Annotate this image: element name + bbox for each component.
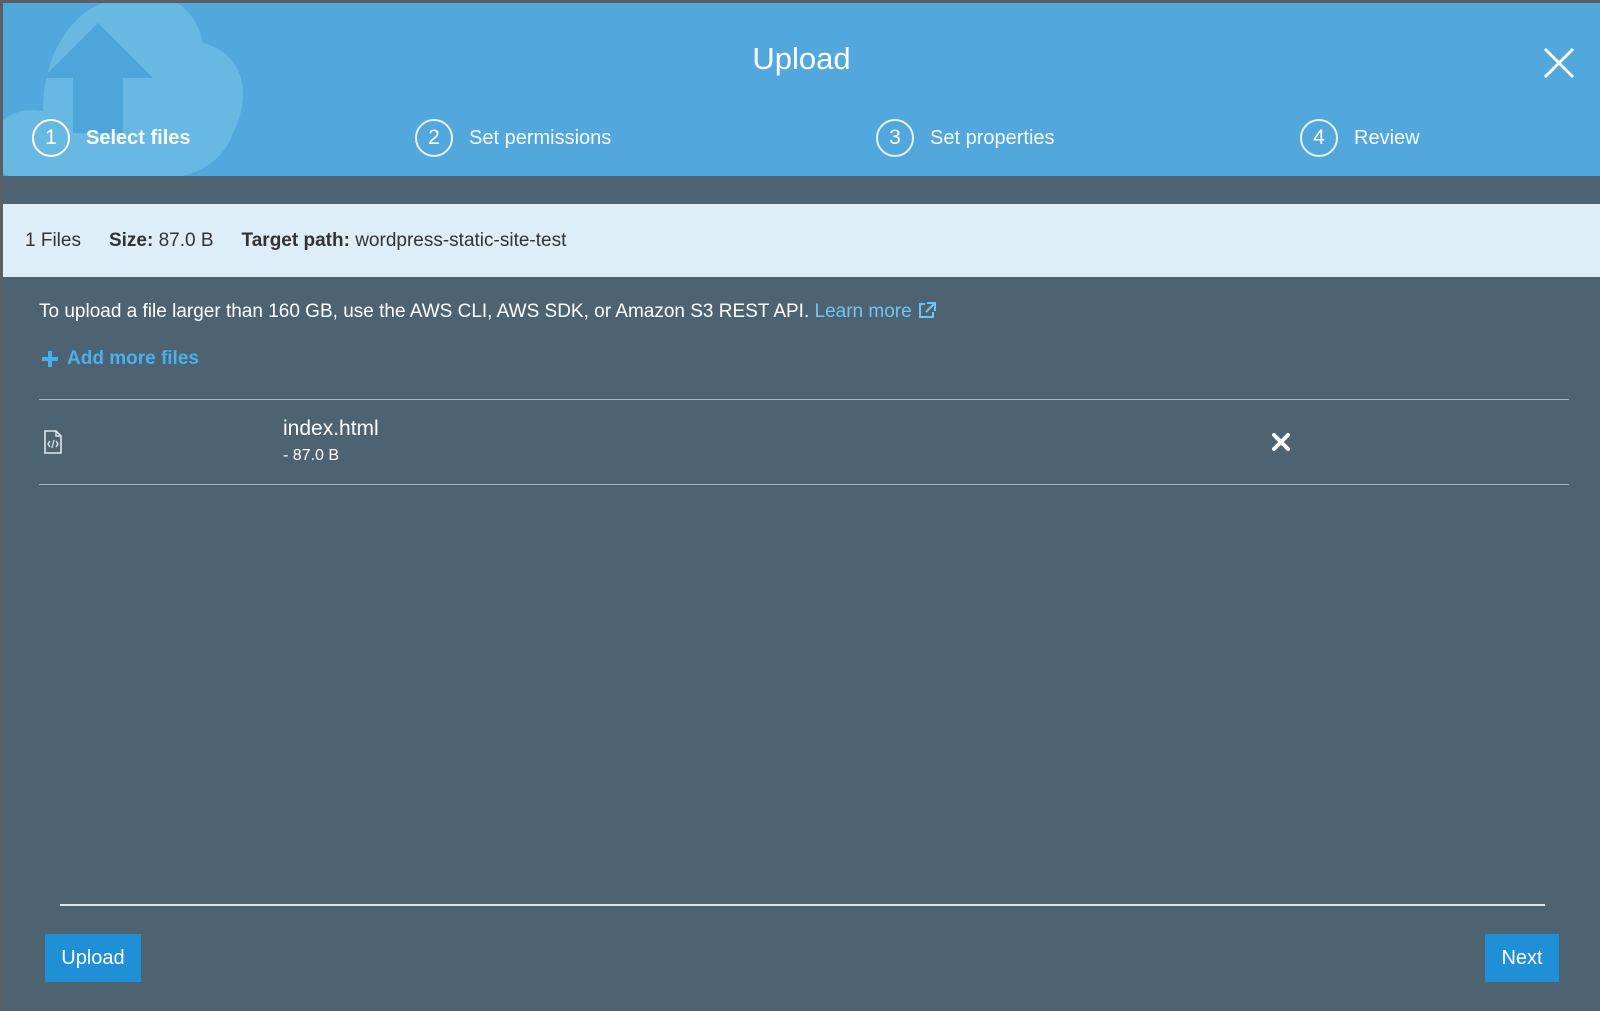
- file-count: 1 Files: [25, 229, 81, 251]
- step-number-icon: 1: [32, 119, 70, 157]
- target-path: Target path: wordpress-static-site-test: [242, 230, 567, 252]
- learn-more-link[interactable]: Learn more: [815, 301, 937, 322]
- add-more-files-label: Add more files: [67, 348, 199, 369]
- notice-text: To upload a file larger than 160 GB, use…: [39, 301, 810, 322]
- upload-button[interactable]: Upload: [45, 934, 141, 982]
- step-label: Set properties: [930, 126, 1055, 149]
- step-review[interactable]: 4 Review: [1300, 118, 1420, 158]
- size-value: 87.0 B: [158, 229, 214, 251]
- target-path-label: Target path:: [241, 229, 350, 251]
- step-select-files[interactable]: 1 Select files: [32, 118, 191, 158]
- next-button[interactable]: Next: [1485, 934, 1559, 982]
- file-name: index.html: [283, 417, 379, 440]
- file-code-icon: [44, 430, 62, 454]
- footer-divider: [60, 904, 1545, 906]
- dialog-title: Upload: [752, 41, 851, 76]
- target-path-value: wordpress-static-site-test: [355, 229, 567, 251]
- close-icon[interactable]: [1541, 45, 1577, 81]
- learn-more-label: Learn more: [814, 301, 912, 322]
- step-label: Set permissions: [469, 126, 612, 149]
- add-more-files-button[interactable]: Add more files: [41, 348, 199, 370]
- large-file-notice: To upload a file larger than 160 GB, use…: [39, 301, 937, 323]
- dialog-header: Upload 1 Select files 2 Set permissions …: [3, 3, 1600, 176]
- step-number-icon: 4: [1300, 119, 1338, 157]
- upload-dialog: Upload 1 Select files 2 Set permissions …: [3, 3, 1600, 1011]
- external-link-icon: [918, 302, 936, 318]
- step-label: Select files: [86, 126, 191, 149]
- file-size: - 87.0 B: [283, 447, 340, 464]
- file-list-row: index.html - 87.0 B: [39, 399, 1569, 485]
- total-size: Size: 87.0 B: [109, 230, 214, 252]
- size-label: Size:: [108, 229, 154, 251]
- plus-icon: [42, 351, 58, 367]
- step-set-properties[interactable]: 3 Set properties: [876, 118, 1055, 158]
- remove-file-icon[interactable]: [1271, 432, 1291, 452]
- upload-summary-bar: 1 Files Size: 87.0 B Target path: wordpr…: [3, 204, 1600, 277]
- step-number-icon: 3: [876, 119, 914, 157]
- step-label: Review: [1354, 126, 1420, 149]
- step-set-permissions[interactable]: 2 Set permissions: [415, 118, 611, 158]
- step-number-icon: 2: [415, 119, 453, 157]
